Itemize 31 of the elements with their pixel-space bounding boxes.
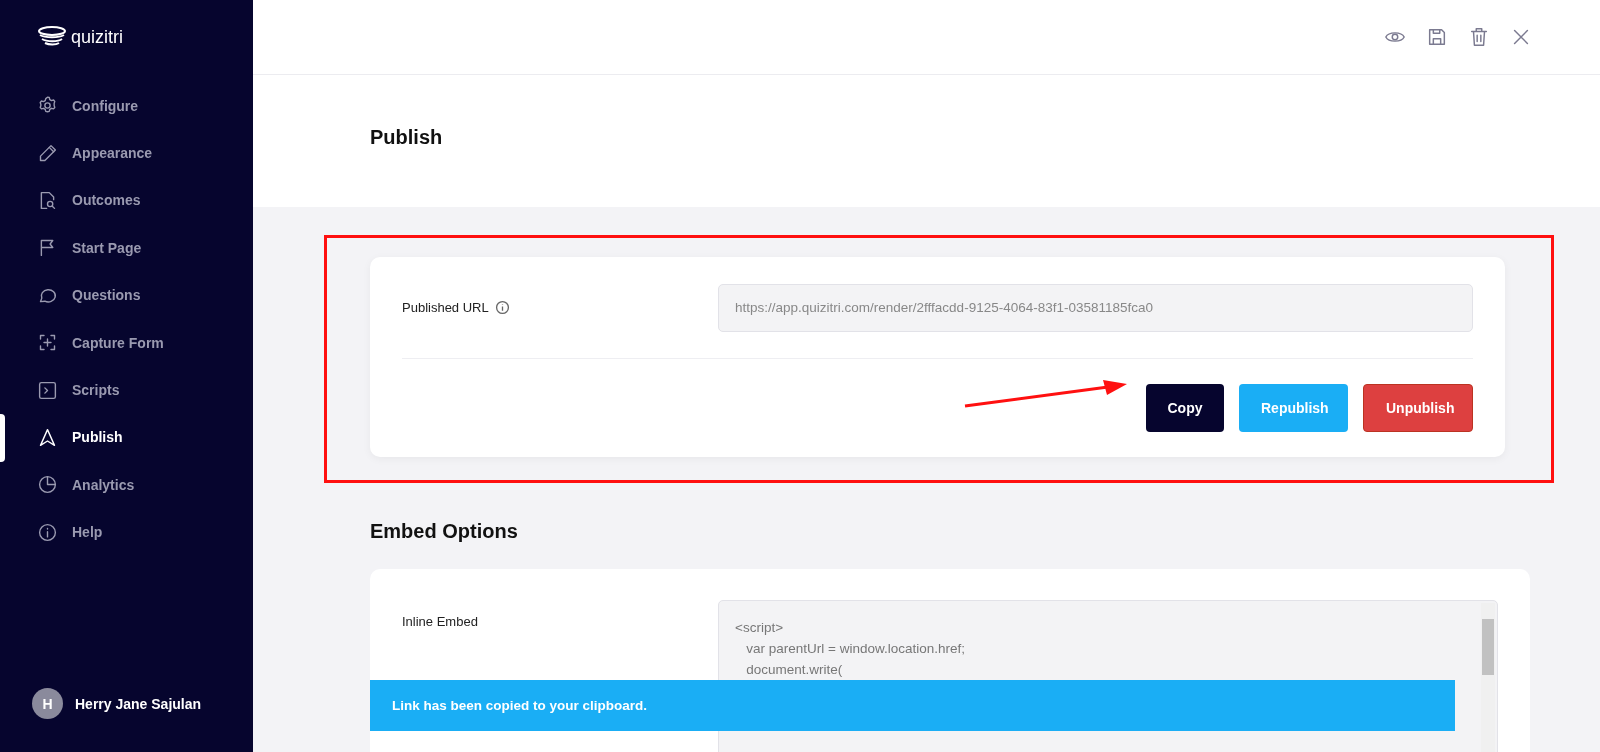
action-button[interactable]: Unpublish bbox=[1363, 384, 1473, 432]
code-line: <script> bbox=[735, 619, 784, 637]
info-icon bbox=[37, 521, 58, 543]
toast-message: Link has been copied to your clipboard. bbox=[370, 680, 1455, 731]
sidebar-item[interactable]: Questions bbox=[0, 271, 253, 319]
sidebar-item[interactable]: Start Page bbox=[0, 224, 253, 272]
pie-icon bbox=[37, 474, 58, 496]
sidebar-item[interactable]: Scripts bbox=[0, 366, 253, 414]
brand-name: quizitri bbox=[71, 26, 123, 48]
user-name: Herry Jane Sajulan bbox=[75, 695, 202, 712]
field-label: Published URL bbox=[402, 300, 489, 315]
page-title: Publish bbox=[370, 125, 443, 149]
sidebar-item[interactable]: Publish bbox=[0, 413, 253, 462]
sidebar-item[interactable]: Appearance bbox=[0, 129, 253, 177]
sidebar-item[interactable]: Analytics bbox=[0, 461, 253, 509]
send-icon bbox=[37, 426, 58, 448]
sidebar-item[interactable]: Capture Form bbox=[0, 318, 253, 367]
sidebar-item[interactable]: Outcomes bbox=[0, 176, 253, 225]
action-button[interactable]: Copy bbox=[1146, 384, 1224, 432]
code-line: var parentUrl = window.location.href; bbox=[745, 640, 965, 658]
active-indicator bbox=[0, 413, 5, 462]
trash-icon[interactable] bbox=[1468, 26, 1490, 48]
sidebar-item[interactable]: Help bbox=[0, 508, 253, 556]
terminal-icon bbox=[37, 379, 58, 401]
field-label: Inline Embed bbox=[402, 614, 478, 629]
info-icon[interactable] bbox=[494, 300, 510, 315]
pencil-icon bbox=[37, 142, 58, 164]
save-icon[interactable] bbox=[1426, 26, 1448, 48]
sidebar-item[interactable]: Configure bbox=[0, 82, 253, 130]
section-title: Embed Options bbox=[370, 520, 519, 543]
code-line: document.write( bbox=[745, 661, 843, 679]
